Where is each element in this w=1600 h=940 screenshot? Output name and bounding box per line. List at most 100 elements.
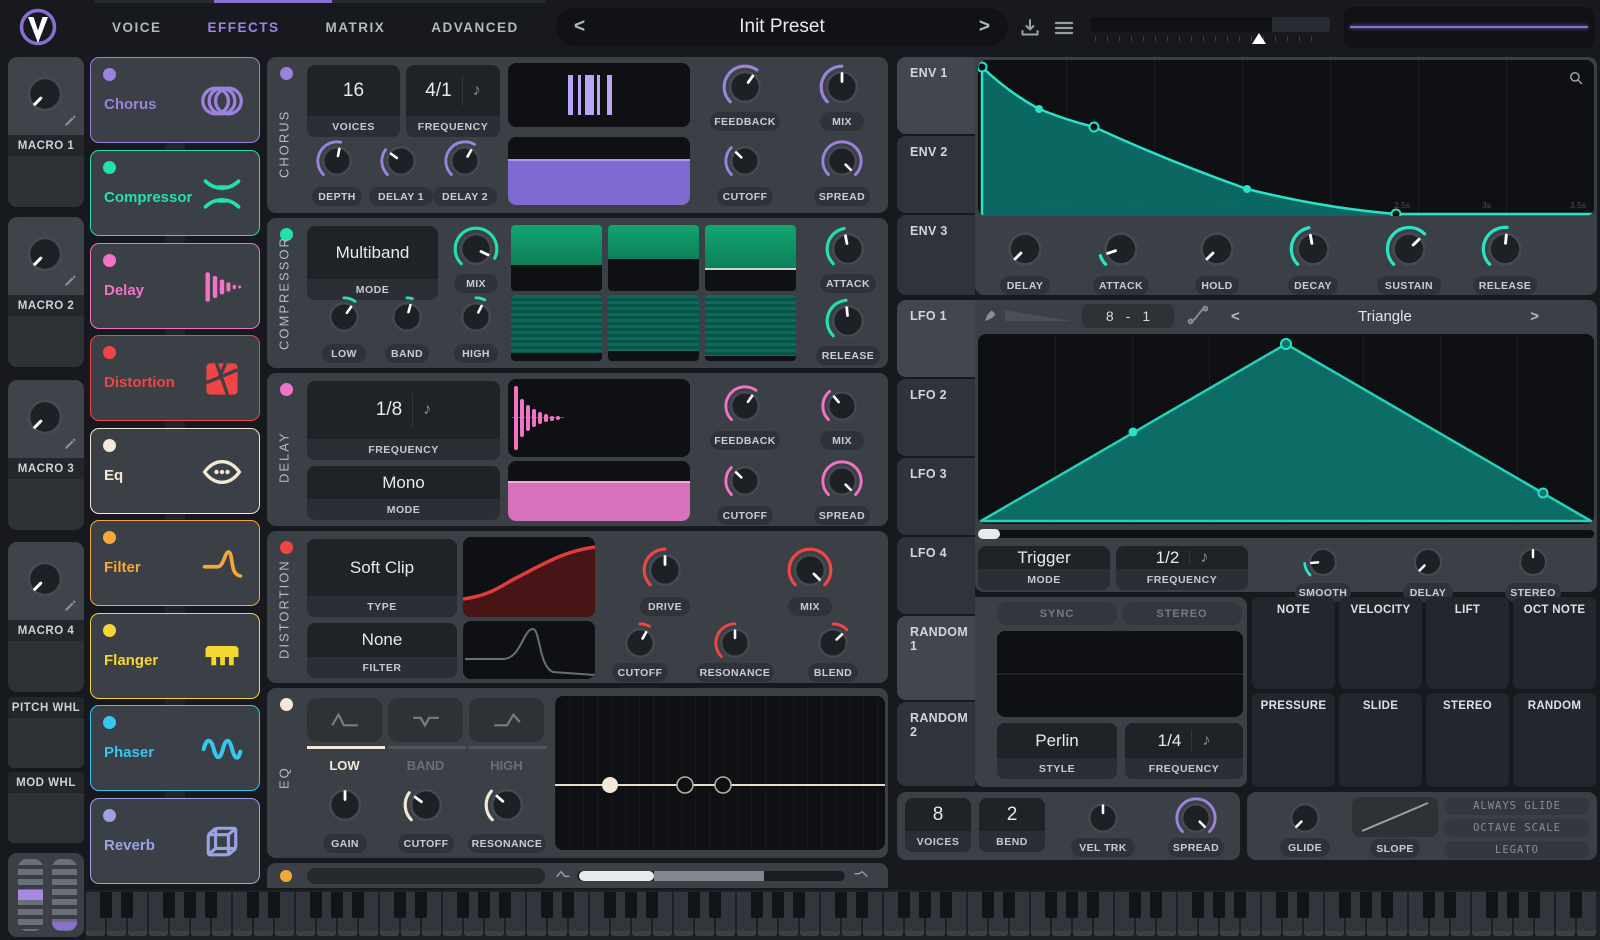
tab-lfo-2[interactable]: LFO 2 bbox=[897, 379, 975, 456]
tab-lfo-3[interactable]: LFO 3 bbox=[897, 458, 975, 535]
knob-feedback[interactable] bbox=[720, 62, 770, 112]
tab-env-1[interactable]: ENV 1 bbox=[897, 57, 975, 134]
control-filter[interactable]: None FILTER bbox=[307, 623, 457, 678]
mod-wheel[interactable] bbox=[52, 859, 77, 931]
knob-cutoff[interactable] bbox=[722, 138, 768, 184]
black-key[interactable] bbox=[394, 892, 406, 918]
black-key[interactable] bbox=[709, 892, 721, 918]
knob-spread[interactable] bbox=[819, 138, 865, 184]
knob-delay[interactable] bbox=[1406, 540, 1450, 584]
mod-source-stereo[interactable]: STEREO bbox=[1426, 693, 1509, 787]
black-key[interactable] bbox=[1507, 892, 1519, 918]
effect-tile-eq[interactable]: Eq bbox=[90, 428, 260, 514]
macro-mod-zone[interactable] bbox=[8, 316, 84, 367]
tab-matrix[interactable]: MATRIX bbox=[326, 20, 386, 35]
black-key[interactable] bbox=[1213, 892, 1225, 918]
power-indicator[interactable] bbox=[280, 698, 293, 711]
chorus-delay-display[interactable] bbox=[508, 63, 690, 127]
black-key[interactable] bbox=[121, 892, 133, 918]
value[interactable]: 4/1 ♪ bbox=[406, 65, 500, 116]
pencil-icon[interactable] bbox=[63, 273, 78, 288]
knob-delay[interactable] bbox=[999, 223, 1051, 275]
distortion-curve-display[interactable] bbox=[463, 537, 595, 617]
control-mode[interactable]: Mono MODE bbox=[307, 466, 500, 520]
black-key[interactable] bbox=[1570, 892, 1582, 918]
black-key[interactable] bbox=[205, 892, 217, 918]
knob-smooth[interactable] bbox=[1301, 540, 1345, 584]
knob-release[interactable] bbox=[1479, 223, 1531, 275]
env-display[interactable]: 500ms1s1.5s2s2.5s3s3.5s bbox=[978, 60, 1594, 216]
filter-blend-slider[interactable] bbox=[577, 871, 845, 881]
black-key[interactable] bbox=[1339, 892, 1351, 918]
lfo-shape-selector[interactable]: < Triangle > bbox=[1219, 304, 1551, 328]
power-indicator[interactable] bbox=[103, 716, 116, 729]
delay-feedback-display[interactable] bbox=[508, 379, 690, 457]
distortion-filter-display[interactable] bbox=[463, 621, 595, 679]
eq-band-button-band[interactable] bbox=[388, 698, 463, 742]
knob-attack[interactable] bbox=[823, 224, 873, 274]
control-style[interactable]: Perlin STYLE bbox=[997, 723, 1117, 779]
black-key[interactable] bbox=[1276, 892, 1288, 918]
knob-blend[interactable] bbox=[810, 620, 856, 666]
knob-high[interactable] bbox=[453, 294, 499, 340]
black-key[interactable] bbox=[1192, 892, 1204, 918]
black-key[interactable] bbox=[982, 892, 994, 918]
knob-mix[interactable] bbox=[785, 545, 835, 595]
value[interactable]: Perlin bbox=[997, 723, 1117, 758]
knob-band[interactable] bbox=[384, 294, 430, 340]
black-key[interactable] bbox=[898, 892, 910, 918]
mod-source-lift[interactable]: LIFT bbox=[1426, 597, 1509, 689]
power-indicator[interactable] bbox=[280, 870, 292, 882]
effect-tile-flanger[interactable]: Flanger bbox=[90, 613, 260, 699]
value[interactable]: Multiband bbox=[307, 226, 438, 279]
black-key[interactable] bbox=[541, 892, 553, 918]
eq-band-button-low[interactable] bbox=[307, 698, 382, 742]
control-frequency[interactable]: 1/4 ♪ FREQUENCY bbox=[1125, 723, 1243, 779]
pitch-wheel[interactable] bbox=[18, 859, 43, 931]
black-key[interactable] bbox=[352, 892, 364, 918]
power-indicator[interactable] bbox=[103, 161, 116, 174]
control-voices[interactable]: 8 VOICES bbox=[905, 798, 971, 852]
volume-slider[interactable] bbox=[1090, 17, 1330, 32]
eq-band-label-band[interactable]: BAND bbox=[388, 758, 463, 774]
knob-vel-trk[interactable] bbox=[1080, 795, 1126, 841]
effect-tile-chorus[interactable]: Chorus bbox=[90, 57, 260, 143]
pencil-icon[interactable] bbox=[63, 113, 78, 128]
knob-glide[interactable] bbox=[1282, 795, 1328, 841]
preset-next-button[interactable]: > bbox=[979, 16, 990, 38]
control-bend[interactable]: 2 BEND bbox=[979, 798, 1045, 852]
chorus-filter-display[interactable] bbox=[508, 137, 690, 205]
black-key[interactable] bbox=[499, 892, 511, 918]
random-stereo-button[interactable]: STEREO bbox=[1122, 602, 1242, 625]
black-key[interactable] bbox=[1150, 892, 1162, 918]
mod-source-note[interactable]: NOTE bbox=[1252, 597, 1335, 689]
black-key[interactable] bbox=[751, 892, 763, 918]
value[interactable]: Trigger bbox=[978, 546, 1110, 569]
volume-marker[interactable] bbox=[1252, 33, 1266, 44]
black-key[interactable] bbox=[457, 892, 469, 918]
black-key[interactable] bbox=[184, 892, 196, 918]
value[interactable]: 16 bbox=[307, 65, 400, 116]
mod-source-velocity[interactable]: VELOCITY bbox=[1339, 597, 1422, 689]
value[interactable]: Soft Clip bbox=[307, 539, 457, 596]
random-sync-button[interactable]: SYNC bbox=[997, 602, 1117, 625]
vital-logo[interactable] bbox=[16, 6, 60, 50]
power-indicator[interactable] bbox=[280, 383, 293, 396]
lfo-grid-selector[interactable]: 8-1 bbox=[1082, 304, 1174, 328]
black-key[interactable] bbox=[1234, 892, 1246, 918]
knob-stereo[interactable] bbox=[1511, 540, 1555, 584]
black-key[interactable] bbox=[688, 892, 700, 918]
power-indicator[interactable] bbox=[280, 67, 293, 80]
effect-tile-delay[interactable]: Delay bbox=[90, 243, 260, 329]
knob-resonance[interactable] bbox=[482, 780, 532, 830]
black-key[interactable] bbox=[415, 892, 427, 918]
control-frequency[interactable]: 4/1 ♪ FREQUENCY bbox=[406, 65, 500, 137]
control-frequency[interactable]: 1/2 ♪ FREQUENCY bbox=[1116, 546, 1248, 590]
black-key[interactable] bbox=[100, 892, 112, 918]
knob-cutoff[interactable] bbox=[722, 458, 768, 504]
black-key[interactable] bbox=[940, 892, 952, 918]
compressor-band-display[interactable] bbox=[511, 225, 796, 361]
black-key[interactable] bbox=[919, 892, 931, 918]
tab-lfo-1[interactable]: LFO 1 bbox=[897, 300, 975, 377]
black-key[interactable] bbox=[835, 892, 847, 918]
